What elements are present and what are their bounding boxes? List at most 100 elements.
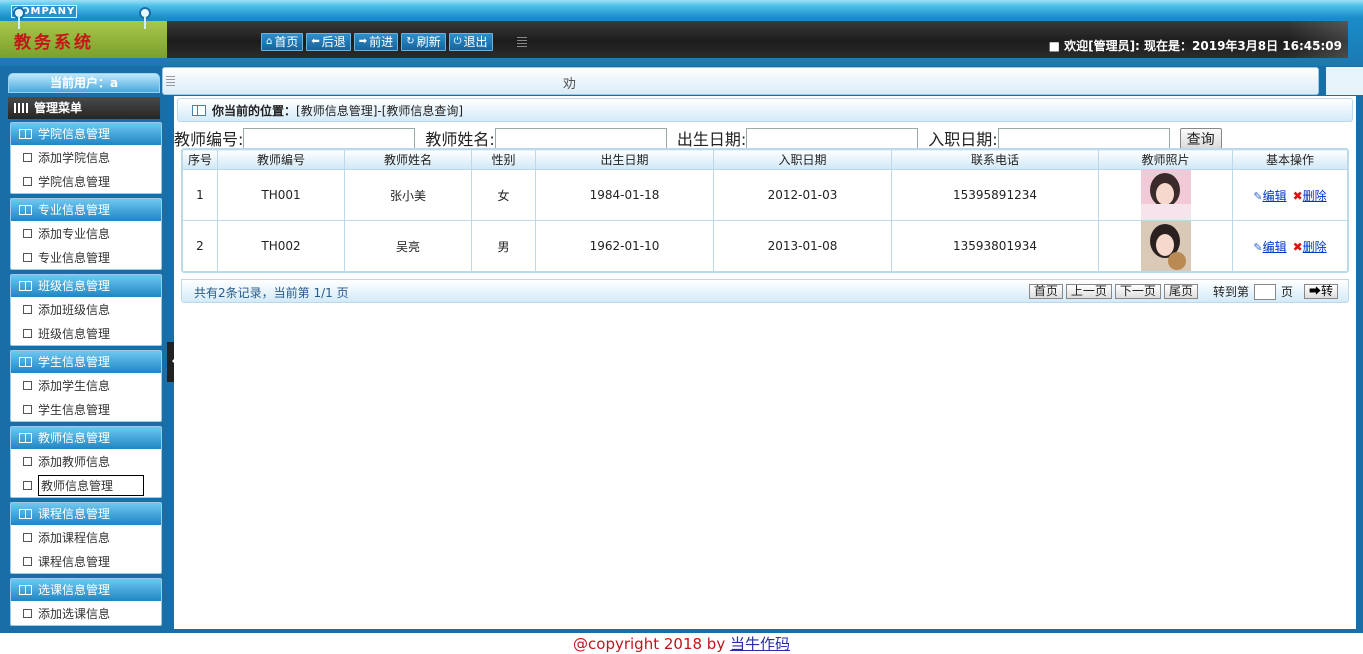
current-user-bar: 当前用户：a <box>8 73 160 93</box>
nav-button-label: 首页 <box>274 35 299 49</box>
sidebar-item[interactable]: 添加专业信息 <box>11 221 161 245</box>
menu-group: 教师信息管理 添加教师信息 教师信息管理 <box>10 426 162 498</box>
menu-group-header[interactable]: 教师信息管理 <box>11 427 161 449</box>
query-button[interactable]: 查询 <box>1179 127 1222 149</box>
cell-birth: 1984-01-18 <box>535 169 714 221</box>
teacher-table: 序号 教师编号 教师姓名 性别 出生日期 入职日期 联系电话 教师照片 基本操作 1 TH001 张… <box>182 149 1348 272</box>
system-logo: 教务系统 <box>0 21 167 58</box>
row-actions: ✎编辑 ✖删除 <box>1233 238 1347 255</box>
menu-group-header[interactable]: 专业信息管理 <box>11 199 161 221</box>
sidebar-item[interactable]: 添加学生信息 <box>11 373 161 397</box>
cell-gender: 男 <box>471 220 536 272</box>
pin-icon <box>13 7 25 29</box>
first-page-button[interactable]: 首页 <box>1028 284 1063 299</box>
sidebar-item[interactable]: 专业信息管理 <box>11 245 161 269</box>
page-icon <box>23 480 32 490</box>
menu-group-header[interactable]: 学院信息管理 <box>11 123 161 145</box>
hire-date-input[interactable] <box>997 127 1170 149</box>
book-icon <box>19 281 32 291</box>
menu-group-header[interactable]: 学生信息管理 <box>11 351 161 373</box>
cell-teacher-no: TH002 <box>217 220 345 272</box>
page-icon <box>23 176 32 186</box>
sidebar-item-label: 班级信息管理 <box>38 326 111 341</box>
menu-group-header[interactable]: 课程信息管理 <box>11 503 161 525</box>
sidebar-item[interactable]: 添加学院信息 <box>11 145 161 169</box>
column-header: 教师编号 <box>217 149 345 170</box>
cell-no: 1 <box>182 169 218 221</box>
copyright-text: @copyright 2018 by <box>573 635 730 653</box>
birth-date-label: 出生日期: <box>676 130 747 149</box>
breadcrumb: 你当前的位置： [教师信息管理]-[教师信息查询] <box>177 98 1353 122</box>
nav-button-label: 前进 <box>369 35 394 49</box>
home-icon: ⌂ <box>266 36 273 47</box>
sidebar-item-label: 添加教师信息 <box>38 454 111 469</box>
search-form: 教师编号: 教师姓名: 出生日期: 入职日期: 查询 <box>174 126 1222 150</box>
menu-group-title: 学院信息管理 <box>38 127 111 141</box>
book-icon <box>19 509 32 519</box>
cell-name: 张小美 <box>344 169 472 221</box>
nav-button-label: 退出 <box>463 35 488 49</box>
sidebar-item-label: 专业信息管理 <box>38 250 111 265</box>
edit-link[interactable]: 编辑 <box>1263 189 1287 203</box>
cell-gender: 女 <box>471 169 536 221</box>
menu-group-header[interactable]: 选课信息管理 <box>11 579 161 601</box>
column-header: 基本操作 <box>1232 149 1348 170</box>
cell-actions: ✎编辑 ✖删除 <box>1232 220 1348 272</box>
menu-group-title: 专业信息管理 <box>38 203 111 217</box>
nav-button-2[interactable]: ➡ 前进 <box>353 33 399 51</box>
author-link[interactable]: 当牛作码 <box>730 635 790 653</box>
menu-grid-icon <box>14 103 28 113</box>
sidebar-item-label: 教师信息管理 <box>38 474 144 496</box>
cell-name: 吴亮 <box>344 220 472 272</box>
nav-button-label: 后退 <box>321 35 346 49</box>
pager-controls: 首页 上一页 下一页 尾页 转到第 页 ➡转 <box>1028 283 1338 300</box>
top-header: COMPANY 教务系统 ⌂ 首页 ⬅ 后退 ➡ 前进 ↻ 刷新 ⏻ 退出 ■ 欢迎[管理员]: … <box>0 0 1363 66</box>
nav-button-label: 刷新 <box>416 35 441 49</box>
sidebar-item[interactable]: 教师信息管理 <box>11 473 161 497</box>
refresh-icon: ↻ <box>406 36 415 47</box>
menu-group: 选课信息管理添加选课信息 <box>10 578 162 626</box>
edit-action: ✎编辑 <box>1253 187 1286 204</box>
prev-page-button[interactable]: 上一页 <box>1065 284 1112 299</box>
teacher-name-label: 教师姓名: <box>425 130 495 149</box>
delete-link[interactable]: 删除 <box>1303 189 1327 203</box>
column-header: 序号 <box>182 149 218 170</box>
goto-page-input[interactable] <box>1253 283 1276 300</box>
pencil-icon: ✎ <box>1253 189 1263 203</box>
menu-group-header[interactable]: 班级信息管理 <box>11 275 161 297</box>
teacher-no-input[interactable] <box>243 127 416 149</box>
nav-button-1[interactable]: ⬅ 后退 <box>306 33 351 51</box>
tab-text: 劝 <box>563 77 577 92</box>
sidebar-item[interactable]: 学院信息管理 <box>11 169 161 193</box>
cell-birth: 1962-01-10 <box>535 220 714 272</box>
teacher-name-input[interactable] <box>494 127 667 149</box>
sidebar-item[interactable]: 学生信息管理 <box>11 397 161 421</box>
birth-date-input[interactable] <box>746 127 919 149</box>
nav-button-3[interactable]: ↻ 刷新 <box>401 33 446 51</box>
last-page-button[interactable]: 尾页 <box>1163 284 1198 299</box>
sidebar-item[interactable]: 班级信息管理 <box>11 321 161 345</box>
teacher-photo <box>1140 170 1191 220</box>
sidebar-item-label: 添加班级信息 <box>38 302 111 317</box>
edit-link[interactable]: 编辑 <box>1263 240 1287 254</box>
menu-title-label: 管理菜单 <box>34 101 83 115</box>
sidebar-item-label: 添加课程信息 <box>38 530 111 545</box>
nav-button-0[interactable]: ⌂ 首页 <box>261 33 304 51</box>
sidebar-item[interactable]: 添加课程信息 <box>11 525 161 549</box>
cell-no: 2 <box>182 220 218 272</box>
sidebar-item-label: 添加选课信息 <box>38 606 111 621</box>
go-button[interactable]: ➡转 <box>1303 284 1338 299</box>
sidebar-item[interactable]: 添加班级信息 <box>11 297 161 321</box>
sidebar-item[interactable]: 添加教师信息 <box>11 449 161 473</box>
next-page-button[interactable]: 下一页 <box>1114 284 1161 299</box>
sidebar-item[interactable]: 添加选课信息 <box>11 601 161 625</box>
delete-link[interactable]: 删除 <box>1303 240 1327 254</box>
delete-action: ✖删除 <box>1293 238 1327 255</box>
nav-button-4[interactable]: ⏻ 退出 <box>448 33 493 51</box>
cell-actions: ✎编辑 ✖删除 <box>1232 169 1348 221</box>
sidebar-collapse-handle[interactable] <box>167 342 176 382</box>
sidebar-item[interactable]: 课程信息管理 <box>11 549 161 573</box>
footer: @copyright 2018 by 当牛作码 <box>0 635 1363 654</box>
pager-info: 共有2条记录，当前第 1/1 页 <box>194 286 349 300</box>
teacher-no-label: 教师编号: <box>174 130 244 149</box>
